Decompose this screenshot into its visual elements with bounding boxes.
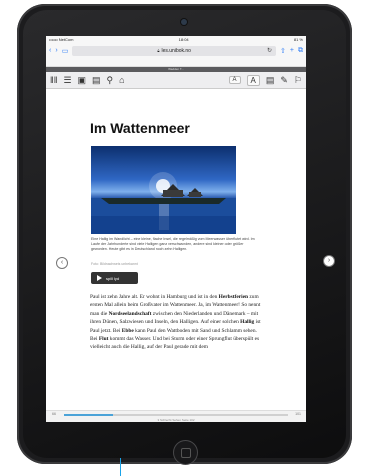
share-icon[interactable]: ⇧ <box>280 47 286 55</box>
clock: 18:04 <box>178 37 189 42</box>
audio-label: spill lyd <box>106 275 120 281</box>
glossary-word[interactable]: Herbstferien <box>219 294 248 300</box>
article-paragraph: Paul ist zehn Jahre alt. Er wohnt in Ham… <box>90 294 261 351</box>
font-increase-button[interactable]: A <box>246 74 260 86</box>
photo-caption: Eine Hallig im Wandlicht – eine kleine, … <box>91 237 255 251</box>
audio-play-button[interactable]: spill lyd <box>91 272 138 284</box>
home-icon[interactable]: ⌂ <box>119 75 124 85</box>
glossary-word[interactable]: Flut <box>99 336 109 342</box>
page-icon[interactable]: ▤ <box>92 75 101 86</box>
play-icon <box>97 275 102 281</box>
ipad-screen: •••oo NetCom 18:04 81 % ‹ › ▭ 🔒︎ les.uni… <box>46 36 306 422</box>
library-icon[interactable]: ‖‖ <box>50 75 57 85</box>
hallig-photo-illustration <box>91 172 236 234</box>
carrier-label: •••oo NetCom <box>49 37 74 42</box>
forward-icon[interactable]: › <box>55 47 57 54</box>
tabs-icon[interactable]: ⧉ <box>298 47 303 55</box>
battery-label: 81 % <box>293 37 303 42</box>
table-of-contents-icon[interactable]: ☰ <box>63 75 71 86</box>
glossary-word[interactable]: Nordseelandschaft <box>109 311 152 317</box>
tab-label: Wadden T... <box>168 67 184 71</box>
pen-icon[interactable]: ✎ <box>280 75 288 86</box>
glossary-word[interactable]: Ebbe <box>122 328 134 334</box>
font-decrease-button[interactable]: A <box>228 76 241 84</box>
home-button[interactable] <box>173 440 198 465</box>
menu-icon[interactable]: ▤ <box>266 75 275 86</box>
new-tab-icon[interactable]: + <box>290 47 294 54</box>
progress-track[interactable] <box>64 414 288 416</box>
previous-page-arrow[interactable]: ‹ <box>56 257 68 269</box>
current-page-number: 66 <box>52 412 56 416</box>
search-icon[interactable]: ⚲ <box>107 75 114 86</box>
bookmarks-icon[interactable]: ▭ <box>62 47 69 55</box>
page-title: Im Wattenmeer <box>90 120 190 136</box>
reader-toolbar: ‖‖ ☰ ▣ ▤ ⚲ ⌂ A A ▤ ✎ ⚐ <box>46 72 306 89</box>
bookmark-icon[interactable]: ⚐ <box>294 75 302 86</box>
reload-icon[interactable]: ↻ <box>267 47 272 54</box>
url-text: les.unibok.no <box>161 47 191 54</box>
back-icon[interactable]: ‹ <box>49 47 51 54</box>
photo-credit: Foto: Bildnachweis unbekannt <box>91 262 138 266</box>
article-page: Im Wattenmeer Eine Hallig im Wandlicht –… <box>46 104 306 404</box>
save-icon[interactable]: ▣ <box>78 75 87 86</box>
glossary-word[interactable]: Hallig <box>240 319 254 325</box>
lock-icon: 🔒︎ <box>157 48 160 53</box>
address-bar[interactable]: 🔒︎ les.unibok.no ↻ <box>72 45 277 56</box>
next-page-arrow[interactable]: › <box>323 255 335 267</box>
total-pages-number: 101 <box>295 412 301 416</box>
progress-fill <box>64 414 114 416</box>
reading-list-row <box>46 58 306 67</box>
status-bar: •••oo NetCom 18:04 81 % <box>46 36 306 43</box>
safari-toolbar: ‹ › ▭ 🔒︎ les.unibok.no ↻ ⇧ + ⧉ <box>46 43 306 58</box>
page-progress-bar[interactable]: 66 101 3 Schlecht Sehen Seite 102 <box>46 410 306 422</box>
article-photo <box>91 146 236 234</box>
front-camera <box>181 19 187 25</box>
chapter-page-label: 3 Schlecht Sehen Seite 102 <box>157 418 195 422</box>
charging-cable <box>120 458 121 476</box>
